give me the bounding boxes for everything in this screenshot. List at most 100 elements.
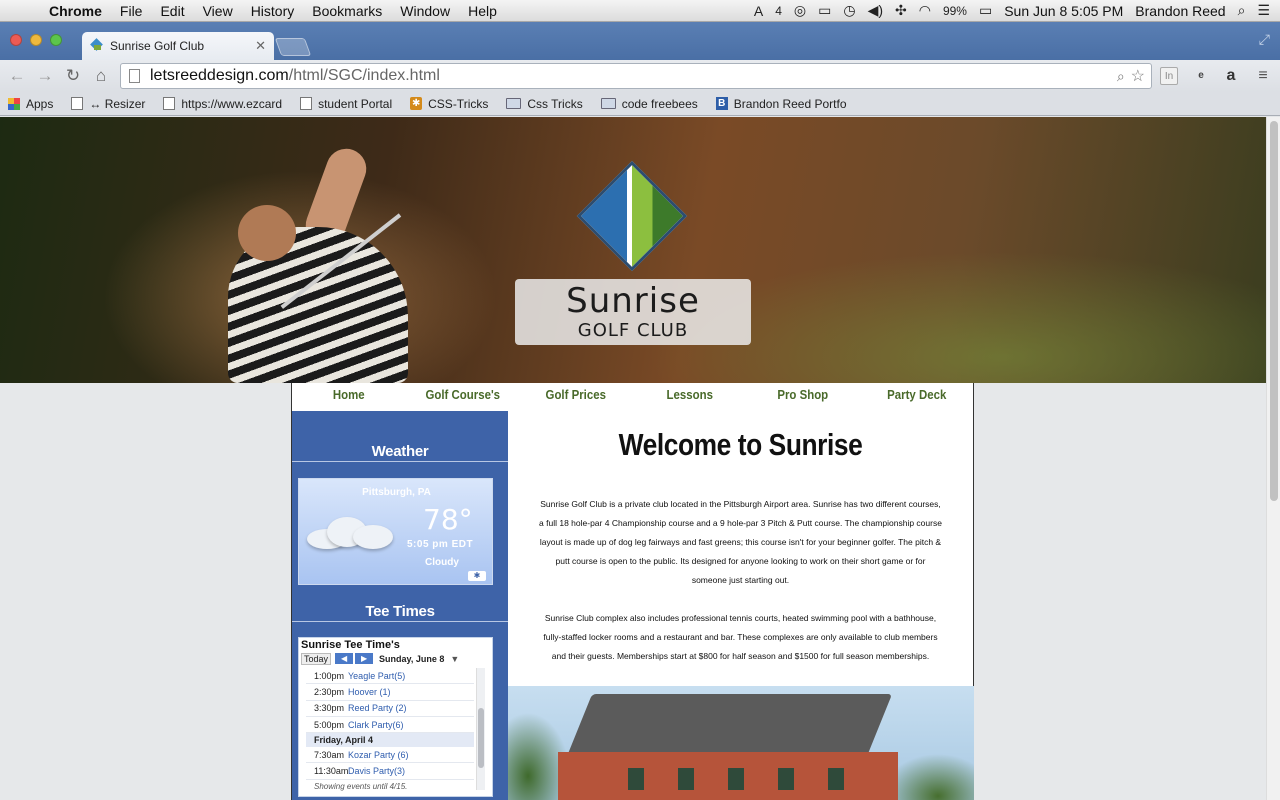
window-graphic bbox=[728, 768, 744, 790]
nav-party-deck[interactable]: Party Deck bbox=[866, 383, 966, 411]
apps-icon bbox=[8, 97, 20, 110]
chevron-down-icon[interactable]: ▼ bbox=[450, 654, 459, 664]
home-icon[interactable]: ⌂ bbox=[90, 66, 112, 86]
nav-home[interactable]: Home bbox=[299, 383, 399, 411]
minimize-window-button[interactable] bbox=[30, 34, 42, 46]
golfer-head-graphic bbox=[238, 205, 296, 261]
spotlight-search-icon[interactable]: ⌕ bbox=[1238, 2, 1246, 19]
fullscreen-icon[interactable]: ⤢ bbox=[1259, 31, 1270, 48]
page-viewport: Sunrise GOLF CLUB Home Golf Course's Gol… bbox=[0, 117, 1280, 800]
bookmark-portfolio[interactable]: B Brandon Reed Portfo bbox=[715, 97, 847, 111]
event-time: 5:00pm bbox=[314, 719, 345, 730]
bookmark-folder-css-tricks[interactable]: Css Tricks bbox=[506, 97, 583, 111]
calendar-next-icon[interactable]: ▶ bbox=[355, 653, 374, 664]
site-logo[interactable]: Sunrise GOLF CLUB bbox=[515, 160, 751, 345]
close-window-button[interactable] bbox=[10, 34, 22, 46]
app-menu[interactable]: Chrome bbox=[40, 0, 111, 22]
event-time: 3:30pm bbox=[314, 703, 345, 714]
bookmark-student-portal[interactable]: student Portal bbox=[300, 97, 392, 111]
menu-edit[interactable]: Edit bbox=[151, 0, 193, 22]
menu-bookmarks[interactable]: Bookmarks bbox=[303, 0, 391, 22]
page-scrollbar[interactable] bbox=[1266, 117, 1280, 800]
bluetooth-icon[interactable]: ✣ bbox=[895, 2, 907, 19]
divider bbox=[292, 461, 508, 462]
calendar-event-list: 1:00pm Yeagle Part(5) 2:30pm Hoover (1) 3:… bbox=[306, 668, 474, 791]
adobe-icon[interactable]: A bbox=[754, 3, 763, 19]
forward-icon[interactable]: → bbox=[34, 66, 56, 86]
user-menu[interactable]: Brandon Reed bbox=[1135, 3, 1225, 19]
browser-tab-strip: Sunrise Golf Club ✕ ⤢ bbox=[0, 22, 1280, 60]
event-time: 1:00pm bbox=[314, 670, 345, 681]
nav-lessons[interactable]: Lessons bbox=[639, 383, 739, 411]
amenities-paragraph: Sunrise Club complex also includes profe… bbox=[543, 613, 938, 661]
css-tricks-icon: ✱ bbox=[410, 97, 423, 110]
event-time: 11:30am bbox=[314, 766, 349, 777]
menu-clock[interactable]: Sun Jun 8 5:05 PM bbox=[1004, 3, 1123, 19]
calendar-scrollbar[interactable] bbox=[476, 668, 485, 790]
calendar-event[interactable]: 5:00pm Clark Party(6) bbox=[306, 717, 474, 734]
bookmark-ezcard[interactable]: https://www.ezcard bbox=[163, 97, 282, 111]
calendar-event[interactable]: 3:30pm Reed Party (2) bbox=[306, 701, 474, 717]
notification-center-icon[interactable]: ☰ bbox=[1257, 2, 1270, 19]
calendar-event[interactable]: 2:30pm Hoover (1) bbox=[306, 684, 474, 701]
menu-history[interactable]: History bbox=[242, 0, 304, 22]
window-controls bbox=[10, 34, 62, 46]
ebay-extension-icon[interactable]: e bbox=[1192, 67, 1210, 85]
scrollbar-thumb[interactable] bbox=[478, 708, 484, 768]
bookmark-css-tricks[interactable]: ✱ CSS-Tricks bbox=[410, 97, 488, 111]
battery-icon[interactable]: ▭ bbox=[979, 2, 992, 19]
nav-golf-prices[interactable]: Golf Prices bbox=[526, 383, 626, 411]
nav-pro-shop[interactable]: Pro Shop bbox=[753, 383, 853, 411]
calendar-prev-icon[interactable]: ◀ bbox=[335, 653, 354, 664]
weather-widget[interactable]: Pittsburgh, PA 78° 5:05 pm EDT Cloudy ✱ bbox=[298, 478, 493, 585]
wifi-icon[interactable]: ◠ bbox=[919, 2, 931, 19]
zoom-window-button[interactable] bbox=[50, 34, 62, 46]
url-host: letsreeddesign.com bbox=[150, 67, 289, 84]
scrollbar-thumb[interactable] bbox=[1270, 121, 1278, 501]
volume-icon[interactable]: ◀) bbox=[868, 2, 883, 19]
calendar-event[interactable]: 7:30am Kozar Party (6) bbox=[306, 747, 474, 764]
calendar-event[interactable]: 1:00pm Yeagle Part(5) bbox=[306, 668, 474, 685]
window-graphic bbox=[678, 768, 694, 790]
logo-emblem-icon bbox=[576, 160, 688, 272]
calendar-event[interactable]: 11:30am Davis Party(3) bbox=[306, 763, 474, 780]
calendar-today-button[interactable]: Today bbox=[301, 652, 332, 665]
address-bar[interactable]: letsreeddesign.com /html/SGC/index.html … bbox=[120, 63, 1152, 89]
bookmark-resizer[interactable]: ↔ Resizer bbox=[71, 97, 145, 111]
amazon-extension-icon[interactable]: a bbox=[1222, 67, 1240, 85]
chrome-menu-icon[interactable]: ≡ bbox=[1254, 67, 1272, 85]
bookmark-label: ↔ Resizer bbox=[89, 96, 146, 111]
menu-window[interactable]: Window bbox=[391, 0, 459, 22]
event-name: Clark Party(6) bbox=[348, 719, 404, 730]
event-name: Reed Party (2) bbox=[348, 703, 407, 714]
event-name: Davis Party(3) bbox=[348, 766, 406, 777]
event-name: Kozar Party (6) bbox=[348, 749, 409, 760]
time-machine-icon[interactable]: ◷ bbox=[843, 2, 855, 19]
back-icon[interactable]: ← bbox=[6, 66, 28, 86]
close-tab-icon[interactable]: ✕ bbox=[255, 38, 266, 54]
menu-help[interactable]: Help bbox=[459, 0, 506, 22]
creative-cloud-icon[interactable]: ◎ bbox=[794, 2, 806, 19]
weather-settings-icon[interactable]: ✱ bbox=[468, 571, 486, 581]
weather-heading: Weather bbox=[371, 443, 429, 460]
airplay-icon[interactable]: ▭ bbox=[818, 2, 831, 19]
logo-subtitle: GOLF CLUB bbox=[577, 320, 689, 341]
bookmark-apps[interactable]: Apps bbox=[8, 97, 53, 111]
nav-golf-courses[interactable]: Golf Course's bbox=[412, 383, 512, 411]
page-icon bbox=[300, 97, 313, 110]
reload-icon[interactable]: ↻ bbox=[62, 66, 84, 86]
menu-file[interactable]: File bbox=[111, 0, 152, 22]
zoom-icon[interactable]: ⌕ bbox=[1117, 68, 1125, 85]
menu-view[interactable]: View bbox=[194, 0, 242, 22]
event-time: 7:30am bbox=[314, 749, 345, 760]
new-tab-button[interactable] bbox=[274, 38, 312, 56]
bookmark-star-icon[interactable]: ☆ bbox=[1131, 66, 1145, 86]
hero-banner: Sunrise GOLF CLUB bbox=[0, 117, 1266, 383]
bookmark-label: https://www.ezcard bbox=[181, 96, 283, 111]
bookmark-folder-code-freebees[interactable]: code freebees bbox=[600, 97, 698, 111]
battery-percent: 99% bbox=[942, 3, 967, 18]
linkedin-extension-icon[interactable]: In bbox=[1160, 67, 1178, 85]
calendar-date-label[interactable]: Sunday, June 8 bbox=[379, 654, 444, 664]
mac-menu-bar: Chrome File Edit View History Bookmarks … bbox=[0, 0, 1280, 22]
browser-tab[interactable]: Sunrise Golf Club ✕ bbox=[82, 32, 274, 60]
